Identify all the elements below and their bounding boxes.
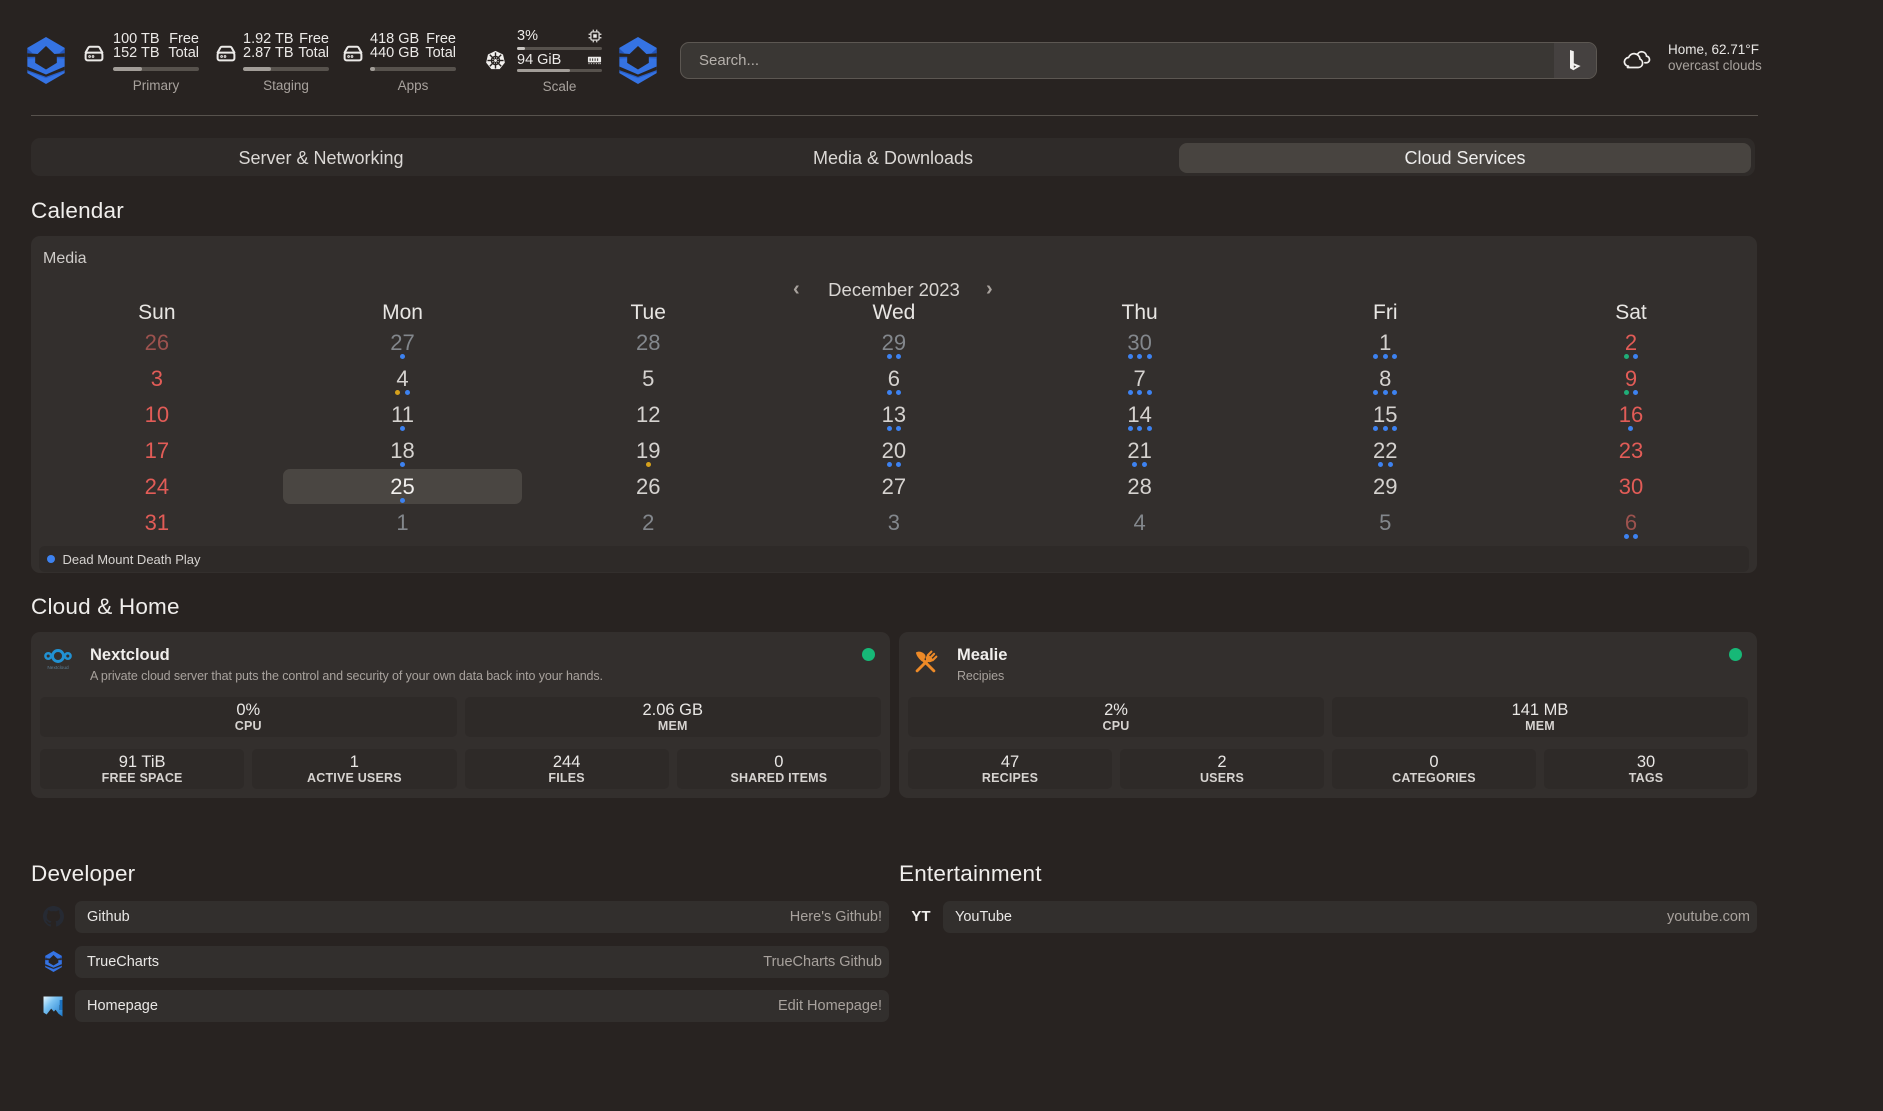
- svg-text:Nextcloud: Nextcloud: [47, 665, 69, 671]
